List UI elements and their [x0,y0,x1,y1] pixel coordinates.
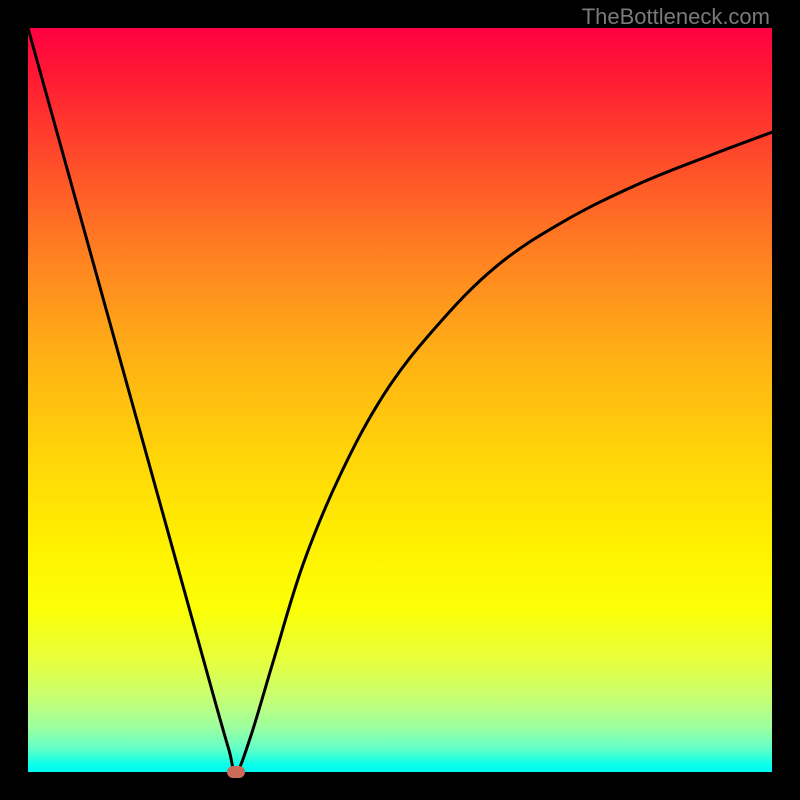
optimal-point-marker [227,766,245,778]
plot-gradient-background [28,28,772,772]
chart-container: TheBottleneck.com [0,0,800,800]
watermark-text: TheBottleneck.com [582,4,770,30]
